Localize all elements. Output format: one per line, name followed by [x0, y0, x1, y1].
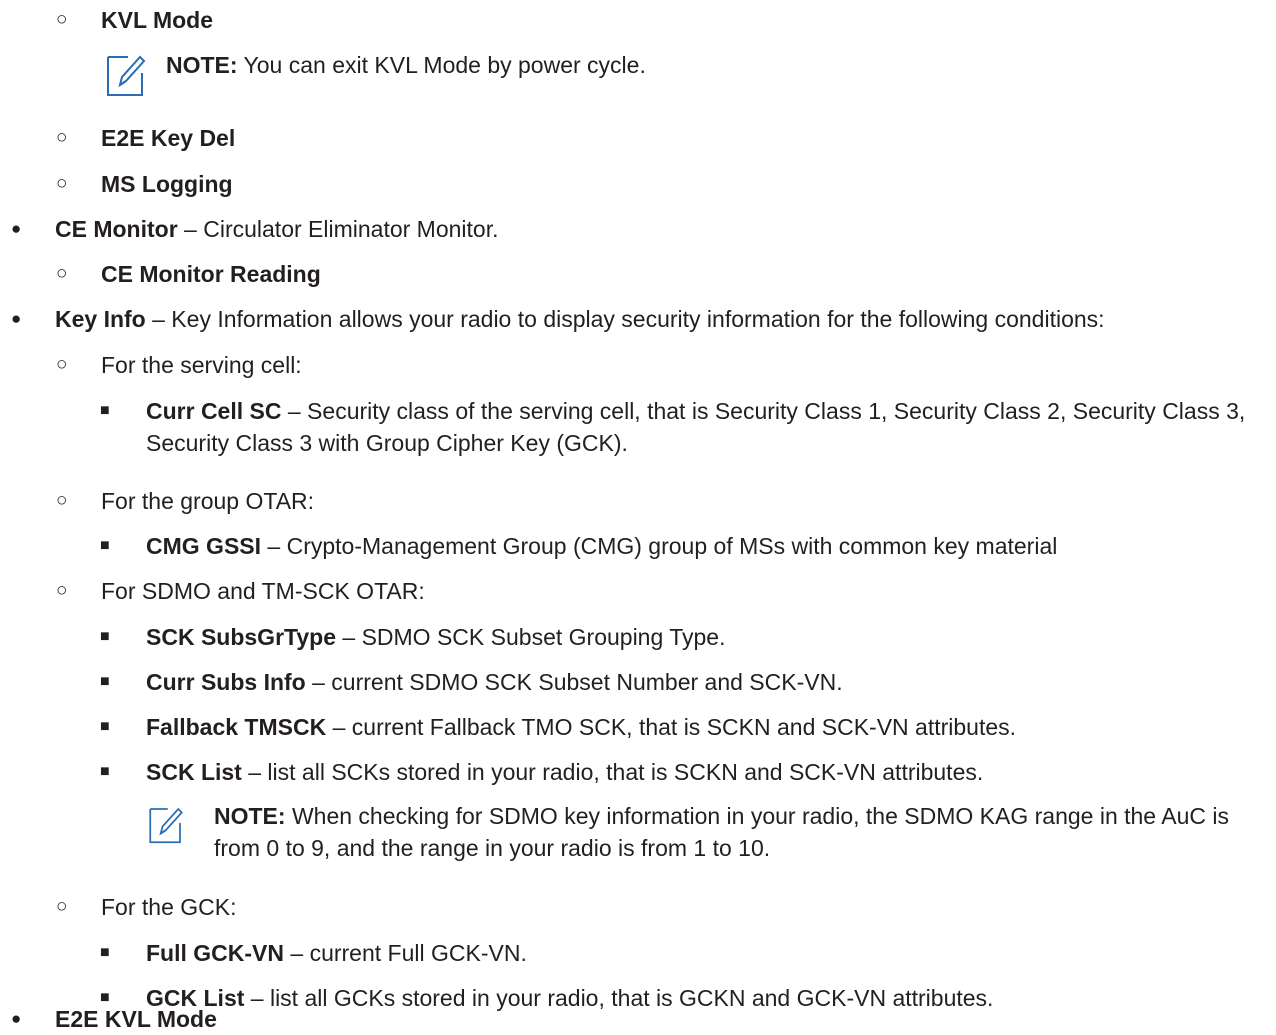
item-description: – list all GCKs stored in your radio, th…: [244, 985, 994, 1011]
item-term: Fallback TMSCK: [146, 714, 327, 740]
item-term: CE Monitor: [55, 216, 178, 242]
filled-square-bullet: ■: [100, 763, 110, 780]
item-description: – SDMO SCK Subset Grouping Type.: [336, 624, 726, 650]
item-term: Curr Cell SC: [146, 398, 282, 424]
item-term: SCK List: [146, 759, 242, 785]
item-term: CE Monitor Reading: [101, 261, 321, 287]
note-text: When checking for SDMO key information i…: [214, 803, 1229, 861]
filled-circle-bullet: ●: [11, 219, 22, 238]
note-label: NOTE:: [166, 52, 238, 78]
hollow-circle-bullet: ○: [56, 173, 68, 194]
filled-square-bullet: ■: [100, 628, 110, 645]
item-description: – Security class of the serving cell, th…: [146, 398, 1246, 456]
item-term: SCK SubsGrType: [146, 624, 336, 650]
filled-square-bullet: ■: [100, 673, 110, 690]
item-term: Curr Subs Info: [146, 669, 306, 695]
item-description: – Key Information allows your radio to d…: [145, 306, 1105, 332]
item-text: For the GCK:: [101, 894, 237, 920]
item-text: For the serving cell:: [101, 352, 302, 378]
hollow-circle-bullet: ○: [56, 354, 68, 375]
hollow-circle-bullet: ○: [56, 490, 68, 511]
note-label: NOTE:: [214, 803, 286, 829]
item-term: E2E KVL Mode: [55, 1006, 217, 1032]
filled-square-bullet: ■: [100, 402, 110, 419]
item-text: For SDMO and TM-SCK OTAR:: [101, 578, 425, 604]
item-term: MS Logging: [101, 171, 233, 197]
item-description: – current Full GCK-VN.: [284, 940, 527, 966]
item-description: – Circulator Eliminator Monitor.: [177, 216, 499, 242]
hollow-circle-bullet: ○: [56, 9, 68, 30]
hollow-circle-bullet: ○: [56, 580, 68, 601]
item-term: Full GCK-VN: [146, 940, 284, 966]
hollow-circle-bullet: ○: [56, 263, 68, 284]
item-description: – list all SCKs stored in your radio, th…: [241, 759, 984, 785]
item-description: – current Fallback TMO SCK, that is SCKN…: [326, 714, 1017, 740]
item-term: CMG GSSI: [146, 533, 262, 559]
item-description: – current SDMO SCK Subset Number and SCK…: [305, 669, 843, 695]
note-pencil-icon: [107, 55, 146, 96]
filled-square-bullet: ■: [100, 537, 110, 554]
filled-circle-bullet: ●: [11, 309, 22, 328]
hollow-circle-bullet: ○: [56, 127, 68, 148]
filled-square-bullet: ■: [100, 944, 110, 961]
note-pencil-icon: [149, 807, 183, 844]
hollow-circle-bullet: ○: [56, 896, 68, 917]
note-text: You can exit KVL Mode by power cycle.: [237, 52, 646, 78]
filled-square-bullet: ■: [100, 718, 110, 735]
item-description: – Crypto-Management Group (CMG) group of…: [261, 533, 1058, 559]
filled-circle-bullet: ●: [11, 1009, 22, 1028]
item-text: For the group OTAR:: [101, 488, 315, 514]
item-term: KVL Mode: [101, 7, 214, 33]
item-term: E2E Key Del: [101, 125, 236, 151]
item-term: Key Info: [55, 306, 146, 332]
